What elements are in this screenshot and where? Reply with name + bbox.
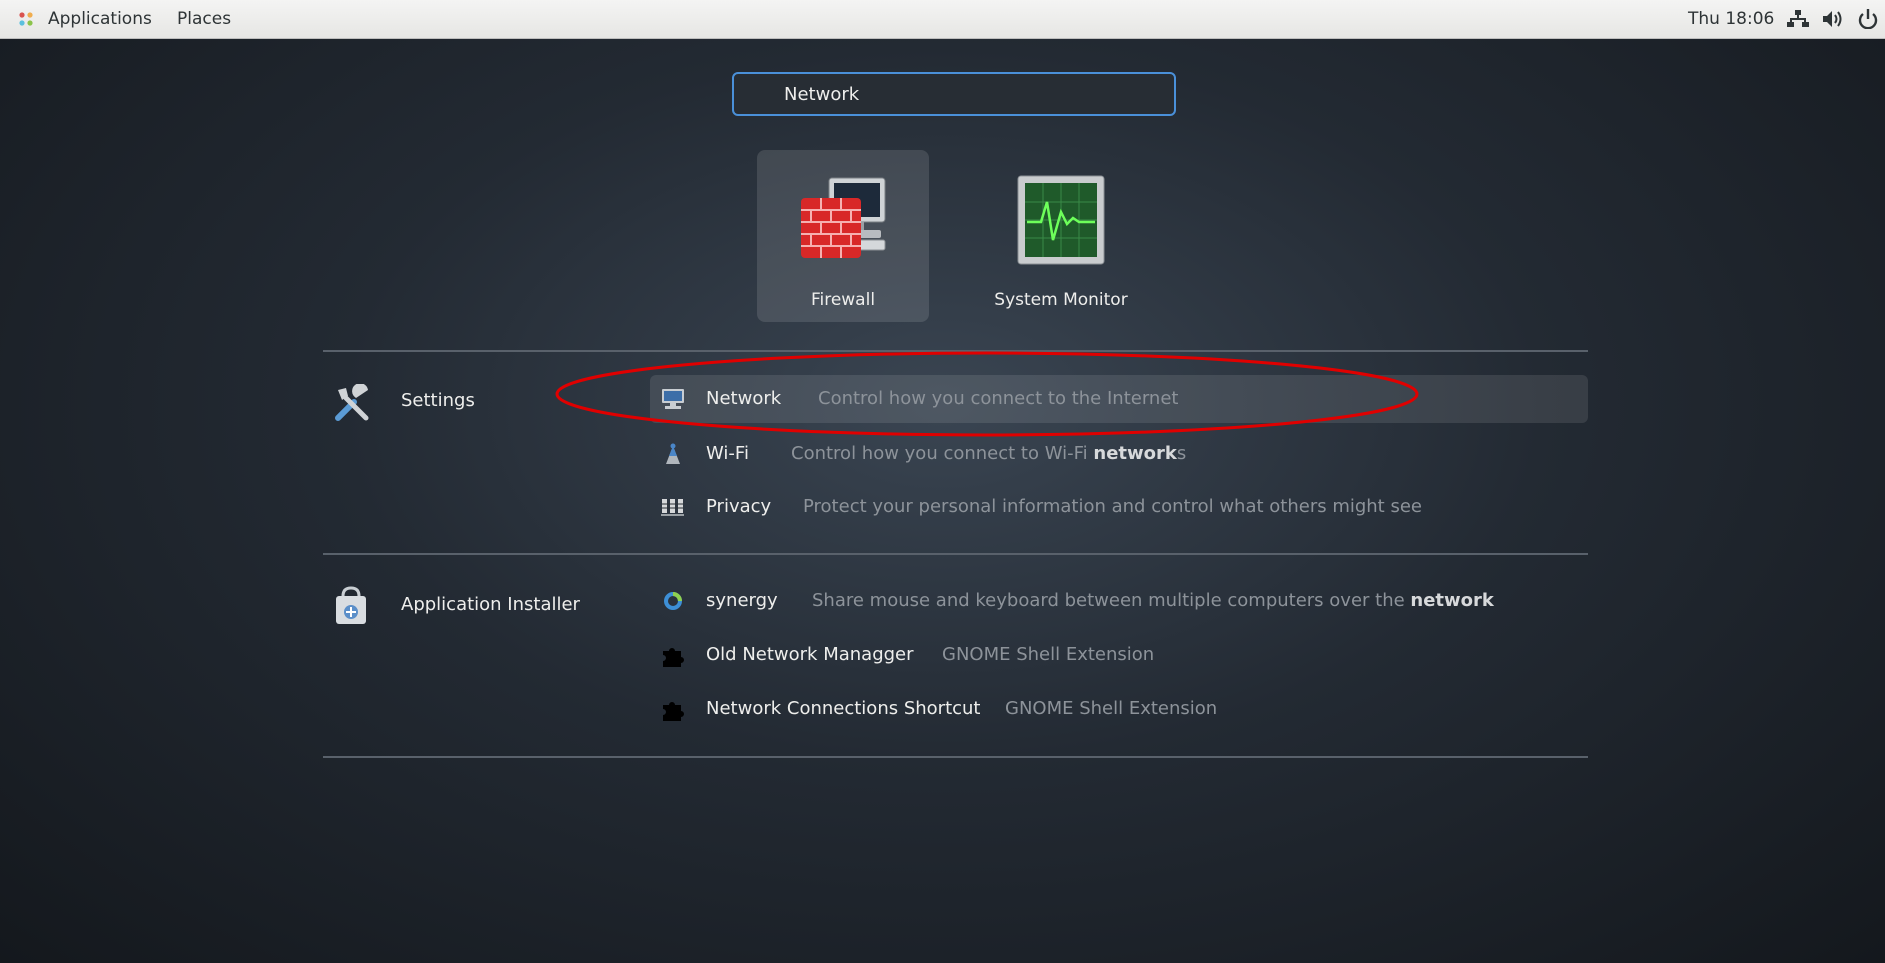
extension-icon <box>663 702 684 721</box>
top-bar: Applications Places Thu 18:06 <box>0 0 1885 39</box>
places-menu[interactable]: Places <box>177 0 231 38</box>
search-input[interactable] <box>784 80 1144 108</box>
result-name: Privacy <box>706 496 772 517</box>
settings-icon[interactable] <box>332 384 372 424</box>
separator <box>323 553 1588 555</box>
applications-menu[interactable]: Applications <box>48 0 152 38</box>
search-box[interactable] <box>732 72 1176 116</box>
wifi-icon <box>666 443 680 464</box>
result-description: GNOME Shell Extension <box>942 644 1155 665</box>
synergy-icon <box>664 592 682 610</box>
app-label: System Monitor <box>994 290 1128 310</box>
provider-settings[interactable]: Settings <box>401 390 475 411</box>
volume-icon[interactable] <box>1822 9 1844 29</box>
app-firewall[interactable]: Firewall <box>757 150 929 322</box>
provider-application-installer[interactable]: Application Installer <box>401 594 580 615</box>
clock[interactable]: Thu 18:06 <box>1688 0 1774 38</box>
system-monitor-icon <box>1017 175 1105 265</box>
privacy-icon <box>661 499 684 516</box>
power-icon[interactable] <box>1857 9 1879 29</box>
result-wifi[interactable]: Wi-Fi Control how you connect to Wi-Fi n… <box>650 430 1588 478</box>
result-name: Network Connections Shortcut <box>706 698 981 719</box>
extension-icon <box>663 648 684 667</box>
result-synergy[interactable]: synergy Share mouse and keyboard between… <box>650 577 1588 625</box>
result-name: Network <box>706 388 782 409</box>
result-name: Old Network Managger <box>706 644 914 665</box>
separator <box>323 350 1588 352</box>
applications-menu-icon <box>19 12 33 26</box>
result-description: Control how you connect to the Internet <box>818 388 1179 409</box>
result-description: Protect your personal information and co… <box>803 496 1422 517</box>
network-icon <box>662 389 684 409</box>
network-status-icon[interactable] <box>1787 9 1809 29</box>
result-name: Wi-Fi <box>706 443 749 464</box>
result-description: Share mouse and keyboard between multipl… <box>812 590 1494 611</box>
separator <box>323 756 1588 758</box>
app-label: Firewall <box>810 290 876 310</box>
result-network[interactable]: Network Control how you connect to the I… <box>650 375 1588 423</box>
result-name: synergy <box>706 590 778 611</box>
application-installer-icon[interactable] <box>333 586 369 626</box>
firewall-icon <box>801 177 886 258</box>
result-description: GNOME Shell Extension <box>1005 698 1218 719</box>
result-privacy[interactable]: Privacy Protect your personal informatio… <box>650 483 1588 531</box>
app-system-monitor[interactable]: System Monitor <box>975 150 1147 322</box>
result-old-network-managger[interactable]: Old Network Managger GNOME Shell Extensi… <box>650 631 1588 679</box>
result-description: Control how you connect to Wi-Fi network… <box>791 443 1187 464</box>
result-network-connections-shortcut[interactable]: Network Connections Shortcut GNOME Shell… <box>650 685 1588 733</box>
